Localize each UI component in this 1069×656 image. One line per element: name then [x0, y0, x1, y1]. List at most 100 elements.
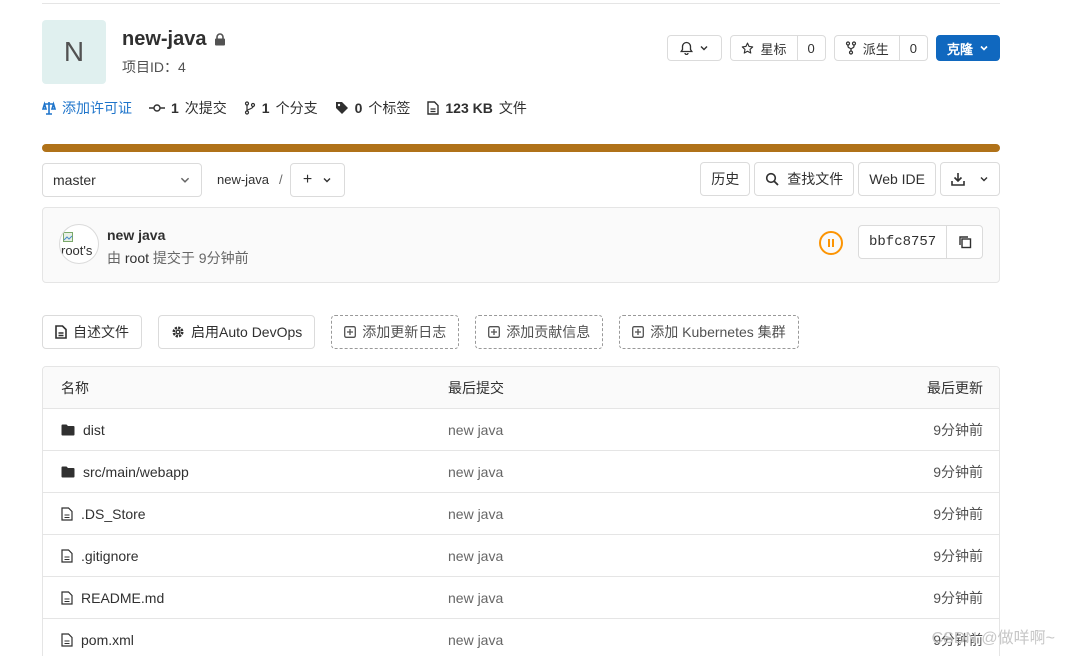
add-kubernetes-label: 添加 Kubernetes 集群 [650, 324, 786, 340]
file-name[interactable]: README.md [81, 590, 164, 606]
find-file-label: 查找文件 [787, 171, 844, 187]
commit-icon [149, 104, 165, 112]
table-row[interactable]: dist new java 9分钟前 [43, 409, 999, 451]
avatar-alt-text: root's [61, 243, 93, 258]
commits-count: 1 [171, 100, 179, 116]
add-kubernetes-cluster-button[interactable]: 添加 Kubernetes 集群 [619, 315, 799, 349]
commit-by: 由 [107, 250, 121, 266]
branch-icon [244, 101, 255, 115]
commit-author[interactable]: root [125, 250, 149, 266]
star-count[interactable]: 0 [796, 36, 825, 60]
tag-icon [335, 102, 348, 114]
tags-link[interactable]: 0 个标签 [335, 98, 411, 118]
tags-label: 个标签 [368, 100, 411, 116]
commit-title[interactable]: new java [107, 227, 165, 243]
file-name[interactable]: pom.xml [81, 632, 134, 648]
clone-dropdown-button[interactable]: 克隆 [935, 35, 1000, 61]
history-button[interactable]: 历史 [700, 162, 751, 196]
add-changelog-button[interactable]: 添加更新日志 [331, 315, 460, 349]
breadcrumb-separator: / [279, 172, 283, 187]
chevron-down-icon [980, 45, 988, 51]
breadcrumb-root[interactable]: new-java [217, 172, 269, 187]
fork-button[interactable]: 派生 0 [833, 35, 928, 61]
file-name[interactable]: .DS_Store [81, 506, 146, 522]
file-last-update: 9分钟前 [933, 505, 983, 522]
file-last-commit[interactable]: new java [448, 632, 799, 648]
gear-icon [172, 326, 184, 338]
file-last-commit[interactable]: new java [448, 590, 799, 606]
branch-name: master [53, 172, 96, 188]
broken-image-icon [63, 232, 73, 242]
chevron-down-icon [180, 177, 190, 183]
watermark: CSDN @做咩啊~ [931, 630, 1055, 647]
project-title: new-java [122, 28, 226, 51]
enable-auto-devops-button[interactable]: 启用Auto DevOps [158, 315, 316, 349]
web-ide-button[interactable]: Web IDE [858, 162, 936, 196]
find-file-button[interactable]: 查找文件 [754, 162, 855, 196]
file-last-commit[interactable]: new java [448, 506, 799, 522]
project-header-actions: 星标 0 派生 0 克隆 [667, 35, 1000, 61]
add-changelog-label: 添加更新日志 [362, 324, 447, 340]
scale-icon [42, 101, 56, 115]
file-icon [61, 590, 73, 605]
commit-author-avatar[interactable]: root's [59, 224, 99, 264]
project-name[interactable]: new-java [122, 28, 206, 51]
file-icon [61, 632, 73, 647]
branches-link[interactable]: 1 个分支 [244, 98, 318, 118]
plus-icon: + [302, 171, 313, 188]
star-button[interactable]: 星标 0 [730, 35, 826, 61]
notification-dropdown[interactable] [667, 35, 723, 61]
file-icon [61, 548, 73, 563]
plus-square-icon [488, 326, 501, 338]
folder-icon [61, 424, 75, 435]
commits-label: 次提交 [184, 100, 227, 116]
tags-count: 0 [354, 100, 363, 116]
commits-link[interactable]: 1 次提交 [149, 98, 227, 118]
copy-sha-button[interactable] [946, 226, 982, 258]
download-dropdown[interactable] [940, 162, 1000, 196]
file-last-commit[interactable]: new java [448, 548, 799, 564]
table-row[interactable]: .gitignore new java 9分钟前 [43, 535, 999, 577]
file-name[interactable]: dist [83, 422, 105, 438]
tree-actions: 历史 查找文件 Web IDE [700, 162, 1000, 196]
lock-icon [215, 33, 226, 46]
file-last-commit[interactable]: new java [448, 422, 799, 438]
add-contributing-button[interactable]: 添加贡献信息 [475, 315, 604, 349]
branches-label: 个分支 [275, 100, 318, 116]
readme-label: 自述文件 [73, 324, 129, 340]
branches-count: 1 [261, 100, 270, 116]
auto-devops-label: 启用Auto DevOps [191, 324, 303, 340]
file-icon [427, 101, 440, 115]
chevron-down-icon [700, 46, 708, 51]
file-last-commit[interactable]: new java [448, 464, 799, 480]
file-name[interactable]: .gitignore [81, 548, 139, 564]
breadcrumb: new-java / [217, 172, 283, 187]
copy-icon [959, 236, 971, 249]
add-license-label: 添加许可证 [62, 100, 132, 116]
table-row[interactable]: README.md new java 9分钟前 [43, 577, 999, 619]
file-name[interactable]: src/main/webapp [83, 464, 189, 480]
plus-square-icon [344, 326, 357, 338]
fork-count[interactable]: 0 [898, 36, 927, 60]
file-last-update: 9分钟前 [933, 463, 983, 480]
project-avatar[interactable]: N [42, 20, 106, 84]
table-row[interactable]: .DS_Store new java 9分钟前 [43, 493, 999, 535]
chevron-down-icon [323, 178, 331, 183]
branch-selector[interactable]: master [42, 163, 202, 197]
last-commit-panel: root's new java 由 root 提交于 9分钟前 bbfc8757 [42, 207, 1000, 283]
repository-language-bar[interactable] [42, 144, 1000, 152]
readme-button[interactable]: 自述文件 [42, 315, 142, 349]
add-contributing-label: 添加贡献信息 [506, 324, 591, 340]
storage-link[interactable]: 123 KB 文件 [427, 98, 527, 118]
project-suggestions: 自述文件 启用Auto DevOps 添加更新日志 添加贡献信息 添加 Kube… [42, 315, 799, 349]
add-license-link[interactable]: 添加许可证 [42, 98, 132, 118]
file-icon [61, 506, 73, 521]
bell-icon [680, 41, 694, 55]
table-row[interactable]: pom.xml new java 9分钟前 [43, 619, 999, 656]
pipeline-paused-icon[interactable] [819, 231, 843, 255]
download-icon [951, 173, 965, 186]
commit-sha[interactable]: bbfc8757 [859, 226, 946, 258]
table-row[interactable]: src/main/webapp new java 9分钟前 [43, 451, 999, 493]
commit-time: 提交于 9分钟前 [152, 250, 249, 266]
add-to-tree-dropdown[interactable]: + [290, 163, 345, 197]
